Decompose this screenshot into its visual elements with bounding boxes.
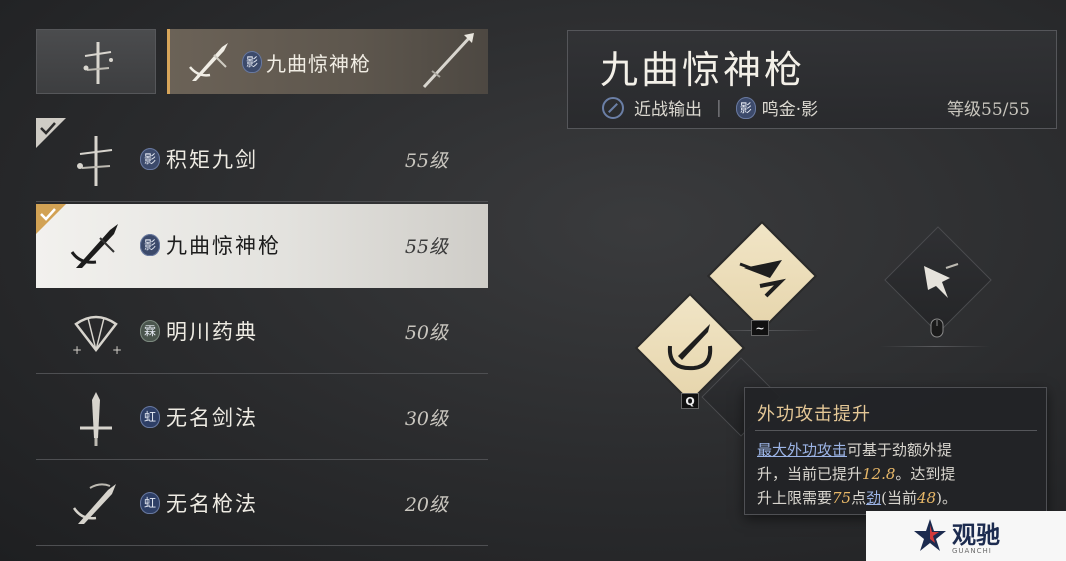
current-bonus: 12.8 — [862, 465, 896, 483]
list-item-style-1[interactable]: 影 积矩九剑 55级 — [36, 118, 488, 202]
check-icon — [36, 204, 66, 234]
list-item-style-5[interactable]: 虹 无名枪法 20级 — [36, 462, 488, 546]
no-entry-circle-icon — [602, 96, 624, 119]
divider — [880, 346, 990, 347]
mouse-icon — [930, 318, 944, 338]
style-level: 55级 — [404, 150, 448, 172]
weapon-tab-sword[interactable] — [36, 29, 156, 94]
skill-tooltip: 外功攻击提升 最大外功攻击可基于劲额外提 升，当前已提升12.8。达到提 升上限… — [744, 387, 1047, 515]
stat-link[interactable]: 最大外功攻击 — [757, 441, 847, 459]
svg-text:+: + — [72, 343, 82, 357]
role-label: 近战输出 — [634, 100, 702, 120]
style-level: 55级 — [404, 236, 448, 258]
weapon-info-panel: 九曲惊神枪 近战输出 | 影 鸣金·影 等级55/55 — [567, 30, 1057, 129]
school-badge: 虹 — [140, 406, 160, 428]
style-name: 明川药典 — [166, 320, 258, 344]
current-points: 48 — [917, 489, 937, 507]
tooltip-text: 点 — [851, 489, 867, 507]
spear-style-icon — [189, 43, 228, 81]
style-level: 50级 — [404, 322, 448, 344]
fan-icon: + + — [72, 315, 122, 357]
list-item-style-4[interactable]: 虹 无名剑法 30级 — [36, 376, 488, 460]
tooltip-text: 升，当前已提升 — [757, 465, 863, 483]
watermark-sub: GUANCHI — [952, 547, 992, 555]
required-points: 75 — [832, 489, 852, 507]
school-badge: 虹 — [140, 492, 160, 514]
skill-slot-mouse[interactable] — [885, 227, 991, 333]
weapon-tags: 近战输出 | 影 鸣金·影 — [602, 95, 818, 120]
watermark-logo: 观驰 GUANCHI — [866, 511, 1066, 561]
hotkey-tilde: ~ — [751, 320, 769, 336]
style-level: 20级 — [404, 494, 448, 516]
weapon-tab-spear[interactable]: 影 九曲惊神枪 — [167, 29, 488, 94]
tooltip-body: 最大外功攻击可基于劲额外提 升，当前已提升12.8。达到提 升上限需要75点劲(… — [757, 438, 1037, 510]
tooltip-text: )。 — [936, 489, 957, 507]
tag-separator: | — [716, 97, 722, 118]
style-level: 30级 — [404, 408, 448, 430]
check-icon — [36, 118, 66, 148]
tooltip-text: 可基于劲额外提 — [847, 441, 953, 459]
star-logo-icon — [914, 519, 946, 551]
spear-icon — [422, 33, 474, 89]
tooltip-title: 外功攻击提升 — [757, 404, 871, 425]
sword-style-icon — [80, 392, 112, 446]
weapon-level: 等级55/55 — [947, 100, 1030, 120]
list-item-style-2[interactable]: 影 九曲惊神枪 55级 — [36, 204, 488, 288]
hotkey-q: Q — [681, 393, 699, 409]
selected-weapon-name: 九曲惊神枪 — [266, 52, 371, 76]
sword-icon — [83, 42, 113, 84]
school-badge: 霖 — [140, 320, 160, 342]
school-badge: 影 — [140, 148, 160, 170]
school-badge: 影 — [140, 234, 160, 256]
style-name: 无名剑法 — [166, 406, 258, 430]
spear-strike-icon — [924, 263, 959, 298]
sword-style-icon — [77, 136, 113, 186]
style-name: 九曲惊神枪 — [166, 234, 281, 258]
tooltip-text: 升上限需要 — [757, 489, 833, 507]
page-title: 九曲惊神枪 — [600, 48, 806, 92]
tooltip-text: (当前 — [881, 489, 917, 507]
school-badge: 影 — [242, 51, 262, 73]
spear-style-icon — [72, 483, 116, 524]
stat-link[interactable]: 劲 — [866, 489, 881, 507]
style-name: 无名枪法 — [166, 492, 258, 516]
school-label: 鸣金·影 — [761, 100, 819, 120]
spear-style-icon — [70, 224, 118, 268]
list-item-style-3[interactable]: + + 霖 明川药典 50级 — [36, 290, 488, 374]
divider — [755, 430, 1037, 431]
tooltip-text: 。达到提 — [895, 465, 956, 483]
watermark-name: 观驰 — [952, 521, 1000, 549]
school-badge: 影 — [735, 96, 756, 119]
style-name: 积矩九剑 — [166, 148, 258, 172]
svg-text:+: + — [112, 343, 122, 357]
